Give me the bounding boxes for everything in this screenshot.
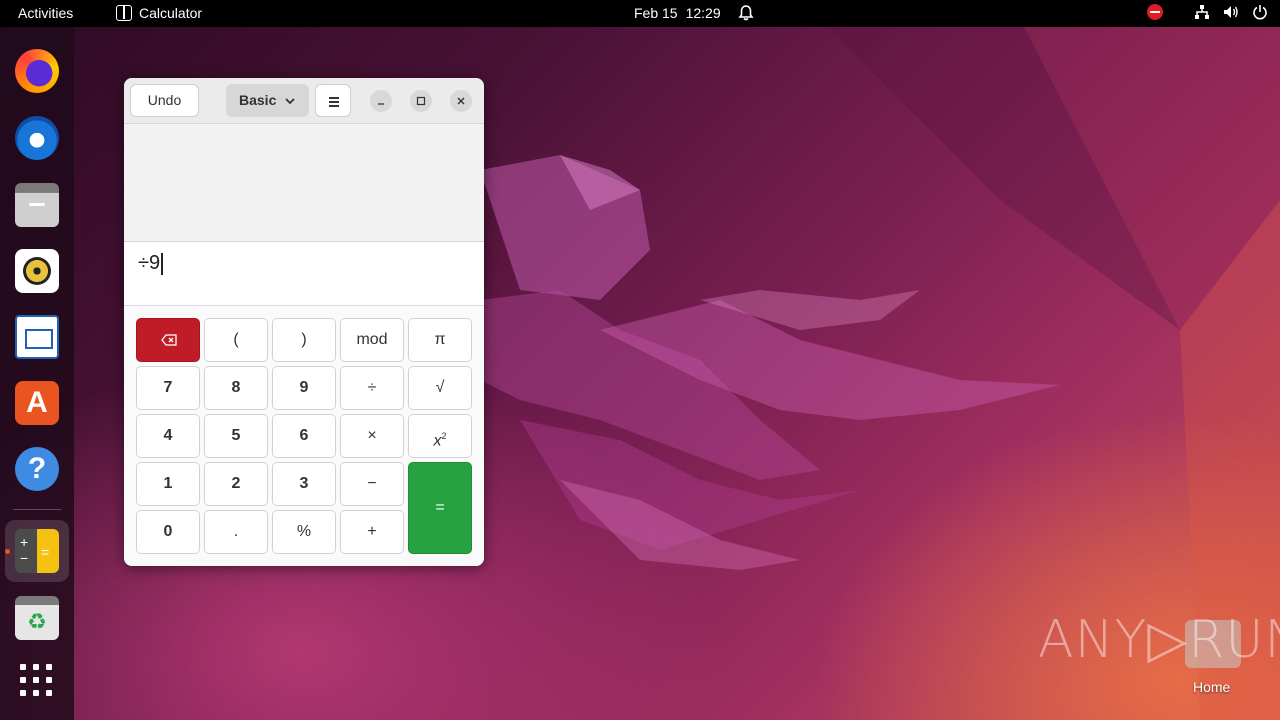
calculator-icon: + − =: [15, 529, 59, 573]
digit-0-button[interactable]: 0: [136, 510, 200, 554]
thunderbird-icon: [15, 116, 59, 160]
dock-files[interactable]: [13, 181, 61, 229]
app-center-icon: A: [15, 381, 59, 425]
digit-3-button[interactable]: 3: [272, 462, 336, 506]
show-apps-icon: [13, 657, 61, 703]
backspace-icon: [161, 334, 177, 346]
dock-show-apps[interactable]: [13, 657, 61, 705]
square-exponent-label: 2: [441, 431, 447, 441]
clock[interactable]: Feb 15 12:29: [634, 5, 721, 21]
trash-icon: ♻: [15, 596, 59, 640]
digit-6-button[interactable]: 6: [272, 414, 336, 458]
calculator-window: Undo Basic ÷9 () mod π 7 8 9 ÷ √ 4 5 6 …: [124, 78, 484, 566]
keypad: ( ) mod π 7 8 9 ÷ √ 4 5 6 × x2 1 2 3 − =…: [124, 306, 484, 566]
sqrt-button[interactable]: √: [408, 366, 472, 410]
mode-label: Basic: [239, 92, 277, 108]
main-menu-button[interactable]: [315, 84, 351, 117]
anyrun-watermark: ANY▷RUN: [1038, 610, 1280, 670]
calculator-mini-icon: [116, 5, 132, 21]
app-menu-label: Calculator: [139, 5, 203, 21]
backspace-button[interactable]: [136, 318, 200, 362]
header-bar: Undo Basic: [124, 78, 484, 124]
digit-1-button[interactable]: 1: [136, 462, 200, 506]
rhythmbox-icon: [15, 249, 59, 293]
dock-firefox[interactable]: [13, 47, 61, 95]
close-button[interactable]: [450, 90, 472, 112]
clock-date: Feb 15: [634, 5, 678, 21]
hamburger-icon: [329, 97, 339, 99]
add-button[interactable]: +: [340, 510, 404, 554]
home-folder-label[interactable]: Home: [1193, 679, 1230, 695]
text-caret: [161, 252, 163, 275]
minimize-button[interactable]: [370, 90, 392, 112]
digit-5-button[interactable]: 5: [204, 414, 268, 458]
digit-8-button[interactable]: 8: [204, 366, 268, 410]
close-icon: [457, 97, 465, 105]
dock-separator: [13, 509, 61, 510]
expression-display[interactable]: ÷9: [124, 241, 484, 306]
percent-button[interactable]: %: [272, 510, 336, 554]
power-icon[interactable]: [1252, 4, 1268, 20]
do-not-disturb-icon[interactable]: [1147, 4, 1163, 20]
divide-button[interactable]: ÷: [340, 366, 404, 410]
pi-button[interactable]: π: [408, 318, 472, 362]
dock-rhythmbox[interactable]: [13, 247, 61, 295]
dock: A ? + − = ♻: [0, 27, 74, 720]
activities-button[interactable]: Activities: [18, 5, 73, 21]
dock-help[interactable]: ?: [13, 445, 61, 493]
volume-icon[interactable]: [1223, 4, 1239, 20]
chevron-down-icon: [285, 98, 295, 105]
minimize-icon: [378, 103, 384, 105]
history-view: [124, 124, 484, 241]
mode-selector[interactable]: Basic: [226, 84, 309, 117]
app-menu[interactable]: Calculator: [116, 5, 202, 21]
square-button[interactable]: x2: [408, 414, 472, 458]
dock-app-center[interactable]: A: [13, 379, 61, 427]
expression-text: ÷9: [138, 252, 161, 274]
digit-9-button[interactable]: 9: [272, 366, 336, 410]
system-tray[interactable]: [1147, 4, 1268, 20]
open-paren-button[interactable]: (: [204, 318, 268, 362]
libreoffice-writer-icon: [15, 315, 59, 359]
equals-button[interactable]: =: [408, 462, 472, 554]
dock-calculator[interactable]: + − =: [13, 527, 61, 575]
subtract-button[interactable]: −: [340, 462, 404, 506]
firefox-icon: [15, 49, 59, 93]
network-icon[interactable]: [1194, 4, 1210, 20]
clock-time: 12:29: [685, 5, 721, 21]
close-paren-button[interactable]: ): [272, 318, 336, 362]
help-icon: ?: [15, 447, 59, 491]
digit-7-button[interactable]: 7: [136, 366, 200, 410]
digit-4-button[interactable]: 4: [136, 414, 200, 458]
running-indicator: [5, 549, 10, 554]
dock-thunderbird[interactable]: [13, 114, 61, 162]
dock-libreoffice-writer[interactable]: [13, 313, 61, 361]
multiply-button[interactable]: ×: [340, 414, 404, 458]
notification-bell-icon[interactable]: [737, 4, 755, 22]
maximize-button[interactable]: [410, 90, 432, 112]
top-bar: Activities Calculator Feb 15 12:29: [0, 0, 1280, 27]
files-icon: [15, 183, 59, 227]
digit-2-button[interactable]: 2: [204, 462, 268, 506]
mod-button[interactable]: mod: [340, 318, 404, 362]
decimal-button[interactable]: .: [204, 510, 268, 554]
maximize-icon: [416, 96, 426, 106]
dock-trash[interactable]: ♻: [13, 594, 61, 642]
undo-button[interactable]: Undo: [130, 84, 199, 117]
